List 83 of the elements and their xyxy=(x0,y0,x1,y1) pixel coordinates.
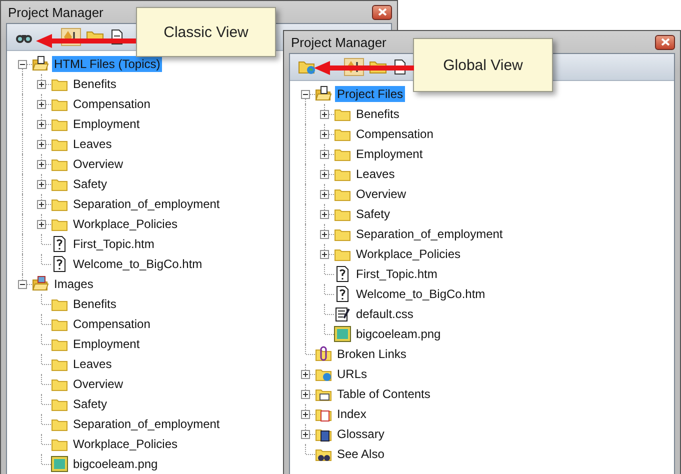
tree-item[interactable]: Glossary xyxy=(335,426,386,442)
tree-item[interactable]: Compensation xyxy=(71,96,152,112)
tree-item[interactable]: First_Topic.htm xyxy=(354,266,440,282)
tree-item[interactable]: HTML Files (Topics) xyxy=(52,56,162,72)
globe-folder-icon[interactable] xyxy=(298,59,316,75)
stylesheet-file-icon xyxy=(334,306,351,322)
tree-toggle[interactable] xyxy=(320,110,329,119)
close-icon xyxy=(378,8,386,16)
close-button[interactable] xyxy=(655,34,675,50)
tree-toggle[interactable] xyxy=(320,130,329,139)
callout-tooltip: Global View xyxy=(413,38,553,92)
close-icon xyxy=(660,38,670,46)
tree-item[interactable]: URLs xyxy=(335,366,370,382)
tree-toggle[interactable] xyxy=(320,210,329,219)
tree-toggle[interactable] xyxy=(18,60,27,69)
tree-item[interactable]: Safety xyxy=(71,176,110,192)
tree-item[interactable]: Overview xyxy=(71,376,126,392)
help-folder-icon xyxy=(32,56,49,72)
tree-toggle[interactable] xyxy=(37,180,46,189)
tree-toggle[interactable] xyxy=(37,220,46,229)
window-title: Project Manager xyxy=(290,34,386,50)
tree-item[interactable]: Safety xyxy=(354,206,392,222)
tree-toggle[interactable] xyxy=(301,410,310,419)
tree-toggle[interactable] xyxy=(37,160,46,169)
tree-item[interactable]: Workplace_Policies xyxy=(71,436,180,452)
tree-item[interactable]: Welcome_to_BigCo.htm xyxy=(354,286,488,302)
tree-item[interactable]: Images xyxy=(52,276,96,292)
tree-item[interactable]: bigcoeleam.png xyxy=(71,456,160,472)
tree-item[interactable]: Employment xyxy=(71,336,142,352)
broken-link-folder-icon xyxy=(315,346,332,362)
tree-toggle[interactable] xyxy=(301,430,310,439)
window-title: Project Manager xyxy=(7,4,104,20)
tree-item[interactable]: Welcome_to_BigCo.htm xyxy=(71,256,204,272)
tree-toggle[interactable] xyxy=(301,90,310,99)
help-page-icon xyxy=(334,286,351,302)
tree-toggle[interactable] xyxy=(320,250,329,259)
tree-item[interactable]: See Also xyxy=(335,446,386,462)
help-page-icon xyxy=(51,236,68,252)
tree-toggle[interactable] xyxy=(320,150,329,159)
tree-item[interactable]: Project Files xyxy=(335,86,406,102)
tree-toggle[interactable] xyxy=(37,120,46,129)
tree-toggle[interactable] xyxy=(37,100,46,109)
tree-item[interactable]: default.css xyxy=(354,306,416,322)
help-page-icon xyxy=(51,256,68,272)
tree-item[interactable]: Separation_of_employment xyxy=(71,416,222,432)
tree-toggle[interactable] xyxy=(320,190,329,199)
help-folder-icon xyxy=(315,86,332,102)
image-file-icon xyxy=(334,326,351,342)
tree-toggle[interactable] xyxy=(320,230,329,239)
callout-tooltip: Classic View xyxy=(136,7,276,57)
tree-item[interactable]: Safety xyxy=(71,396,110,412)
tree-toggle[interactable] xyxy=(301,390,310,399)
tree-item[interactable]: Overview xyxy=(71,156,126,172)
tree-item[interactable]: Overview xyxy=(354,186,408,202)
tree-toggle[interactable] xyxy=(18,280,27,289)
tree-item[interactable]: bigcoeleam.png xyxy=(354,326,443,342)
tree-item[interactable]: Benefits xyxy=(71,296,118,312)
tree-item[interactable]: Employment xyxy=(71,116,142,132)
tree-item[interactable]: Index xyxy=(335,406,368,422)
tree-item[interactable]: Leaves xyxy=(71,136,114,152)
tree-item[interactable]: Leaves xyxy=(354,166,397,182)
tree-item[interactable]: Employment xyxy=(354,146,425,162)
tree-toggle[interactable] xyxy=(37,80,46,89)
tree-item[interactable]: First_Topic.htm xyxy=(71,236,156,252)
tree-item[interactable]: Separation_of_employment xyxy=(354,226,505,242)
image-folder-icon xyxy=(32,276,49,292)
tree-item[interactable]: Compensation xyxy=(71,316,152,332)
tree-item[interactable]: Benefits xyxy=(71,76,118,92)
tree-item[interactable]: Table of Contents xyxy=(335,386,432,402)
tree-toggle[interactable] xyxy=(320,170,329,179)
tree-item[interactable]: Workplace_Policies xyxy=(71,216,180,232)
tree-toggle[interactable] xyxy=(37,140,46,149)
tree-item[interactable]: Benefits xyxy=(354,106,402,122)
tree-item[interactable]: Compensation xyxy=(354,126,436,142)
tree-item[interactable]: Broken Links xyxy=(335,346,408,362)
tree-toggle[interactable] xyxy=(301,370,310,379)
help-page-icon xyxy=(334,266,351,282)
tree-item[interactable]: Workplace_Policies xyxy=(354,246,462,262)
tree-item[interactable]: Separation_of_employment xyxy=(71,196,222,212)
tree-toggle[interactable] xyxy=(37,200,46,209)
image-file-icon xyxy=(51,456,68,472)
close-button[interactable] xyxy=(372,4,392,20)
tree-item[interactable]: Leaves xyxy=(71,356,114,372)
